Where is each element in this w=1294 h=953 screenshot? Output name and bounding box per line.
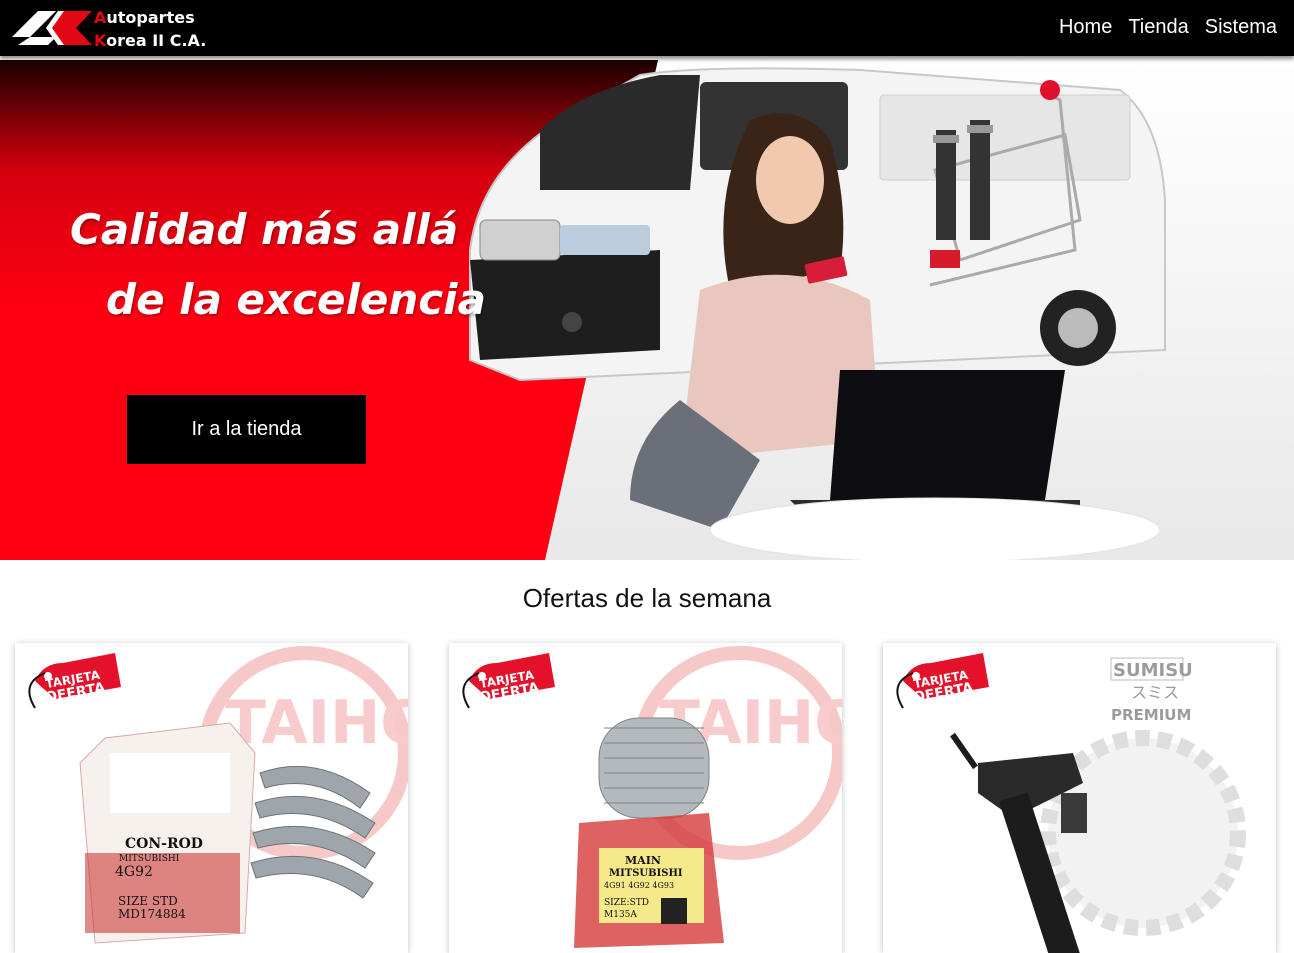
offer-card-3[interactable]: SUMISU スミス PREMIUM TARJETA OFERTA — [883, 643, 1276, 953]
offer-card-2[interactable]: TAIHO TARJETA OFERTA MAIN MITSUBISHI 4G9… — [449, 643, 842, 953]
brand-initial-a: A — [94, 8, 107, 27]
bearing-box: CON-ROD MITSUBISHI 4G92 SIZE STD MD17488… — [79, 722, 256, 944]
brand-line2: orea II C.A. — [106, 31, 207, 50]
box-size: SIZE:STD — [604, 898, 649, 908]
box-line3: 4G92 — [115, 864, 153, 880]
offer-badge: TARJETA OFERTA — [28, 653, 121, 709]
hero-headline: Calidad más allá de la excelencia — [70, 195, 486, 335]
bearing-box: MAIN MITSUBISHI 4G91 4G92 4G93 SIZE:STD … — [574, 813, 724, 948]
offer-card-1[interactable]: TAIHO TARJETA OFERTA CON-ROD MITSUBISHI … — [15, 643, 408, 953]
offers-section-title: Ofertas de la semana — [522, 583, 772, 613]
box-line2: MITSUBISHI — [119, 854, 180, 864]
hero-banner: Calidad más allá de la excelencia Ir a l… — [0, 60, 1294, 560]
offer-badge: TARJETA OFERTA — [462, 653, 555, 709]
brand-line1: utopartes — [106, 8, 195, 27]
brand-logo-icon[interactable] — [12, 7, 92, 49]
box-line1: MAIN — [625, 854, 661, 867]
nav-tienda-link[interactable]: Tienda — [1128, 16, 1188, 39]
nav-home-link[interactable]: Home — [1059, 16, 1112, 39]
hero-headline-line1: Calidad más allá — [70, 205, 459, 254]
box-size: SIZE STD — [118, 894, 178, 908]
bearing-stack — [598, 717, 710, 819]
main-nav: Home Tienda Sistema — [1059, 16, 1277, 39]
box-line3: 4G91 4G92 4G93 — [604, 881, 674, 890]
offer-card-3-image: SUMISU スミス PREMIUM TARJETA OFERTA — [896, 653, 1246, 953]
offer-badge: TARJETA OFERTA — [896, 653, 989, 709]
brand-sumisu: SUMISU — [1113, 660, 1193, 681]
top-navbar: Autopartes Korea II C.A. Home Tienda Sis… — [0, 0, 1294, 56]
box-line1: CON-ROD — [125, 836, 203, 852]
brand-katakana: スミス — [1131, 683, 1179, 702]
watermark-brand: TAIHO — [225, 688, 408, 758]
bearing-shells — [250, 765, 376, 899]
go-to-store-button[interactable]: Ir a la tienda — [127, 395, 366, 464]
brand-premium: PREMIUM — [1111, 706, 1191, 724]
box-code: M135A — [604, 910, 637, 920]
hero-headline-line2: de la excelencia — [106, 275, 486, 324]
offer-card-1-image: TAIHO TARJETA OFERTA CON-ROD MITSUBISHI … — [28, 646, 408, 944]
brand-initial-k: K — [94, 31, 107, 50]
nav-sistema-link[interactable]: Sistema — [1205, 16, 1277, 39]
box-code: MD174884 — [118, 907, 186, 921]
box-line2: MITSUBISHI — [609, 868, 683, 879]
offer-card-2-image: TAIHO TARJETA OFERTA MAIN MITSUBISHI 4G9… — [462, 646, 842, 948]
brand-name[interactable]: Autopartes Korea II C.A. — [94, 6, 206, 52]
